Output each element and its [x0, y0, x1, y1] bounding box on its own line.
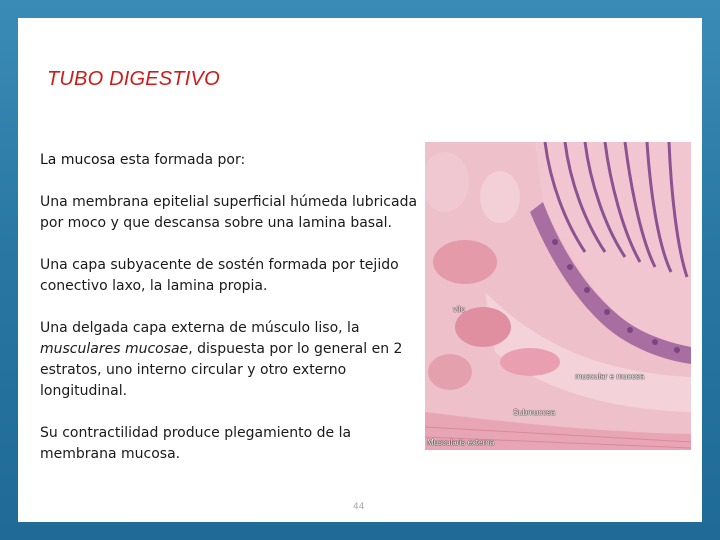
- title-area: TUBO DIGESTIVO: [18, 18, 702, 114]
- paragraph3-start: Una delgada capa externa de músculo liso…: [40, 320, 360, 336]
- intro-rest: esta formada por:: [115, 152, 246, 168]
- label-muscularis-mucosae: muscular e mucosa: [575, 372, 645, 381]
- label-villus: vilo: [453, 305, 466, 314]
- paragraph-contractility: Su contractilidad produce plegamiento de…: [40, 425, 352, 462]
- intro-line: La mucosa esta formada por:: [40, 150, 425, 171]
- slide-body: La mucosa esta formada por: Una membrana…: [40, 150, 425, 465]
- label-muscularis-externa: Muscularis externa: [427, 438, 495, 447]
- muscularis-term: musculares mucosae: [40, 341, 189, 357]
- paragraph-muscularis: Una delgada capa externa de músculo liso…: [40, 318, 425, 402]
- intro-subject: La mucosa: [40, 152, 116, 168]
- slide-title: TUBO DIGESTIVO: [47, 68, 220, 90]
- paragraph-lamina-propia: Una capa subyacente de sostén formada po…: [40, 257, 399, 294]
- page-number: 44: [353, 502, 365, 512]
- label-submucosa: Submucosa: [513, 408, 556, 417]
- histology-image: vilo muscular e mucosa Submucosa Muscula…: [425, 142, 691, 450]
- paragraph-epithelium: Una membrana epitelial superficial húmed…: [40, 194, 418, 231]
- slide: TUBO DIGESTIVO La mucosa esta formada po…: [18, 18, 702, 522]
